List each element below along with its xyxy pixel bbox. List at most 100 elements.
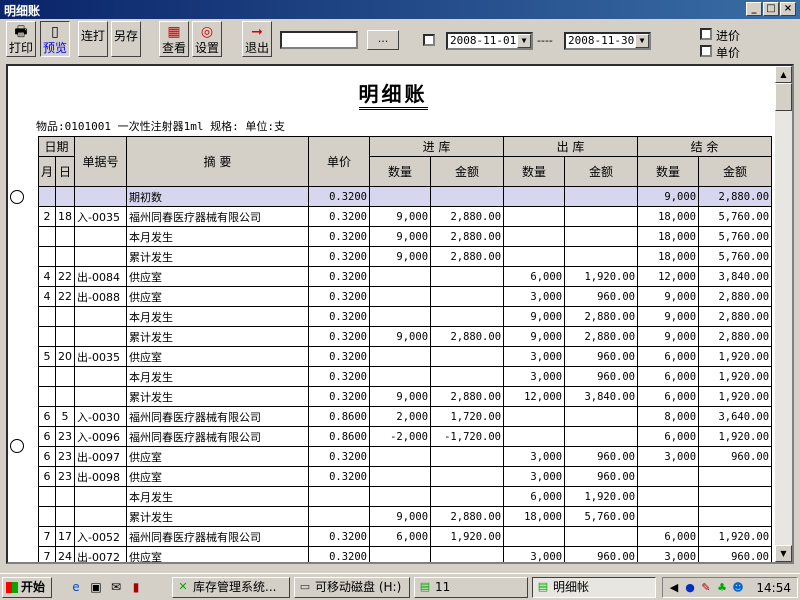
input-method-icon[interactable]: ✎ — [699, 581, 713, 595]
cell-day: 22 — [55, 266, 76, 287]
app-window-icon: ✕ — [178, 580, 188, 593]
task-ledger[interactable]: ▤ 明细帐 — [532, 577, 656, 598]
clock: 14:54 — [756, 581, 791, 595]
binder-hole — [10, 190, 24, 204]
cell-balance-qty: 9,000 — [637, 286, 700, 307]
vertical-scrollbar[interactable]: ▲ ▼ — [775, 66, 792, 562]
task-removable-disk[interactable]: ▭ 可移动磁盘 (H:) — [294, 577, 410, 598]
cell-price: 0.3200 — [308, 386, 371, 407]
cell-out-qty: 12,000 — [503, 386, 566, 407]
network-icon[interactable]: ♣ — [715, 581, 729, 595]
app-icon[interactable]: ▮ — [128, 579, 144, 595]
cell-day — [55, 186, 76, 207]
drive-icon: ▭ — [299, 580, 311, 593]
cell-out-amount: 960.00 — [564, 346, 639, 367]
chevron-down-icon[interactable]: ▼ — [517, 34, 531, 48]
cell-out-amount: 1,920.00 — [564, 266, 639, 287]
scroll-down-icon[interactable]: ▼ — [775, 545, 792, 562]
taskbar: 开始 e ▣ ✉ ▮ ✕ 库存管理系统... ▭ 可移动磁盘 (H:) ▤ 11… — [0, 573, 800, 600]
cell-out-amount: 3,840.00 — [564, 386, 639, 407]
purchase-price-checkbox[interactable] — [700, 28, 712, 40]
cell-doc-no: 入-0035 — [74, 206, 128, 227]
cell-out-qty — [503, 246, 566, 267]
preview-button[interactable]: ▯ 预览 — [40, 21, 70, 57]
cell-doc-no — [74, 506, 128, 527]
ledger-table: 日期 单据号 摘 要 单价 进 库 出 库 结 余 月 日 数量 金额 数量 金… — [37, 136, 773, 562]
search-input[interactable] — [280, 31, 358, 49]
cell-in-qty — [369, 466, 432, 487]
cell-in-amount — [430, 346, 505, 367]
minimize-button[interactable]: _ — [746, 2, 762, 16]
cell-day: 23 — [55, 426, 76, 447]
print-button[interactable]: 🖶 打印 — [6, 21, 36, 57]
cell-summary: 本月发生 — [126, 226, 310, 247]
scroll-up-icon[interactable]: ▲ — [775, 66, 792, 83]
start-button[interactable]: 开始 — [2, 577, 52, 598]
cell-out-qty: 3,000 — [503, 546, 566, 562]
cell-in-amount: 1,720.00 — [430, 406, 505, 427]
cell-doc-no: 出-0088 — [74, 286, 128, 307]
chevron-down-icon[interactable]: ▼ — [635, 34, 649, 48]
maximize-button[interactable]: □ — [763, 2, 779, 16]
exit-arrow-icon: ➞ — [251, 24, 263, 40]
batch-print-button[interactable]: 连打 — [78, 21, 108, 57]
save-as-button[interactable]: 另存 — [111, 21, 141, 57]
cell-in-amount: -1,720.00 — [430, 426, 505, 447]
outlook-icon[interactable]: ✉ — [108, 579, 124, 595]
cell-doc-no: 出-0072 — [74, 546, 128, 562]
cell-balance-amount: 1,920.00 — [698, 386, 773, 407]
date-from-select[interactable]: 2008-11-01 ▼ — [446, 32, 533, 50]
header-in-qty: 数量 — [369, 156, 432, 187]
table-row: 7 17 入-0052 福州同春医疗器械有限公司 0.3200 6,000 1,920.00… — [37, 526, 773, 547]
cell-day: 23 — [55, 466, 76, 487]
cell-day: 17 — [55, 526, 76, 547]
browse-button[interactable]: ... — [367, 30, 399, 50]
cell-month — [37, 386, 57, 407]
cell-balance-qty: 18,000 — [637, 246, 700, 267]
cell-in-qty: 9,000 — [369, 246, 432, 267]
excel-icon: ▤ — [537, 580, 549, 593]
cell-out-qty — [503, 526, 566, 547]
cell-summary: 供应室 — [126, 446, 310, 467]
cell-balance-amount: 1,920.00 — [698, 426, 773, 447]
cell-month: 6 — [37, 466, 57, 487]
media-icon[interactable]: ● — [683, 581, 697, 595]
cell-in-qty: 9,000 — [369, 326, 432, 347]
cell-out-amount: 960.00 — [564, 466, 639, 487]
cell-month — [37, 186, 57, 207]
settings-button[interactable]: ◎ 设置 — [192, 21, 222, 57]
view-button[interactable]: ▦ 查看 — [159, 21, 189, 57]
system-tray: ◀ ● ✎ ♣ ☻ 14:54 — [662, 577, 798, 598]
cell-out-amount: 1,920.00 — [564, 486, 639, 507]
close-button[interactable]: × — [780, 2, 796, 16]
cell-doc-no: 出-0035 — [74, 346, 128, 367]
cell-price: 0.3200 — [308, 186, 371, 207]
task-inventory[interactable]: ✕ 库存管理系统... — [172, 577, 290, 598]
cell-month: 4 — [37, 286, 57, 307]
unit-price-checkbox[interactable] — [700, 45, 712, 57]
cell-doc-no: 出-0084 — [74, 266, 128, 287]
user-icon[interactable]: ☻ — [731, 581, 745, 595]
task-excel-11[interactable]: ▤ 11 — [414, 577, 528, 598]
cell-price: 0.3200 — [308, 346, 371, 367]
cell-out-qty: 3,000 — [503, 446, 566, 467]
cell-out-qty: 9,000 — [503, 306, 566, 327]
date-filter-checkbox[interactable] — [423, 34, 435, 46]
cell-out-amount — [564, 426, 639, 447]
table-row: 累计发生 0.3200 9,000 2,880.00 18,000 5,760.00 — [37, 246, 773, 267]
exit-button[interactable]: ➞ 退出 — [242, 21, 272, 57]
date-to-select[interactable]: 2008-11-30 ▼ — [564, 32, 651, 50]
ledger-body: 期初数 0.3200 9,000 2,880.00 2 18 入-0035 福州同春医疗器械有… — [37, 186, 773, 562]
table-row: 4 22 出-0084 供应室 0.3200 6,000 1,920.00 12,000 3,8… — [37, 266, 773, 287]
scroll-thumb[interactable] — [775, 83, 792, 111]
cell-month: 2 — [37, 206, 57, 227]
volume-icon[interactable]: ◀ — [667, 581, 681, 595]
cell-month — [37, 366, 57, 387]
table-row: 6 23 出-0098 供应室 0.3200 3,000 960.00 — [37, 466, 773, 487]
grid-icon: ▦ — [167, 24, 181, 40]
desktop-icon[interactable]: ▣ — [88, 579, 104, 595]
cell-out-qty: 18,000 — [503, 506, 566, 527]
cell-in-qty — [369, 186, 432, 207]
cell-out-amount: 2,880.00 — [564, 326, 639, 347]
ie-icon[interactable]: e — [68, 579, 84, 595]
